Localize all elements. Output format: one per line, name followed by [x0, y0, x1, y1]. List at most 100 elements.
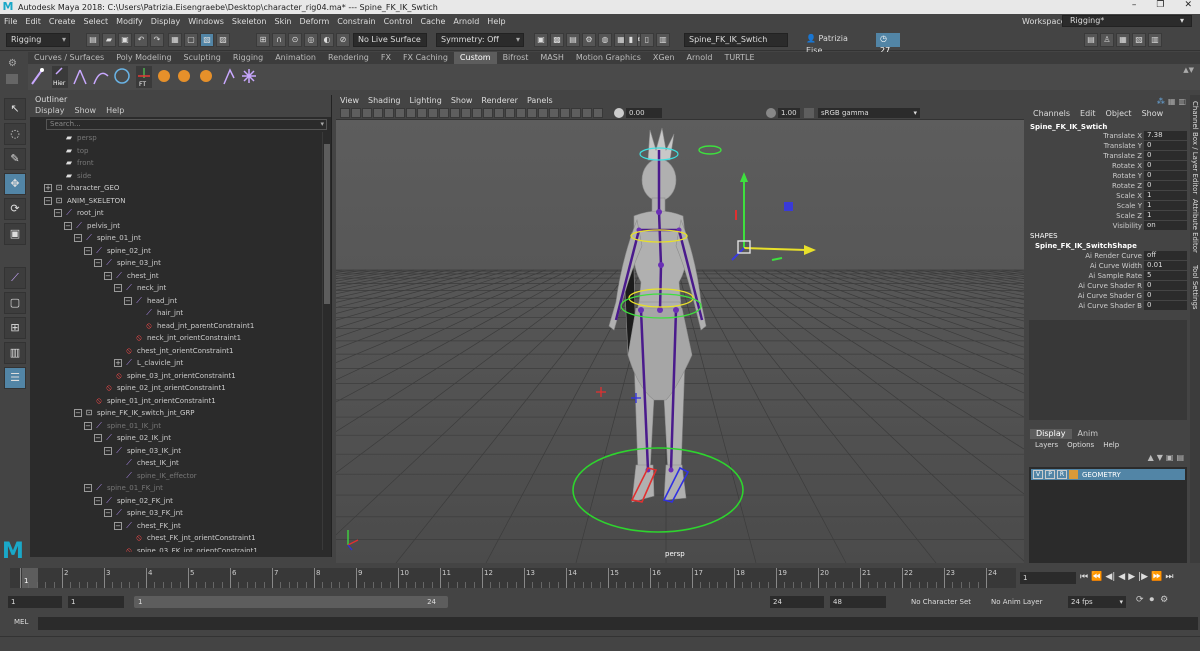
undo-icon[interactable]: ↶: [134, 33, 148, 47]
image-plane-icon[interactable]: [373, 108, 383, 118]
snap-curve-icon[interactable]: ∩: [272, 33, 286, 47]
collapse-icon[interactable]: −: [44, 196, 52, 205]
gate-mask-icon[interactable]: [417, 108, 427, 118]
channel-attr-row[interactable]: Visibility on: [1027, 221, 1187, 231]
lighting-icon[interactable]: [494, 108, 504, 118]
snap-point-icon[interactable]: ⊙: [288, 33, 302, 47]
shape-attr-row[interactable]: Ai Curve Shader G0: [1027, 291, 1187, 301]
freeze-transform-icon[interactable]: FT: [136, 66, 152, 88]
tool-settings-panel-icon[interactable]: ▧: [1132, 33, 1146, 47]
collapse-icon[interactable]: −: [114, 521, 122, 530]
select-hierarchy-icon[interactable]: ▦: [168, 33, 182, 47]
new-layer-selected-icon[interactable]: ▤: [1176, 453, 1184, 462]
collapse-icon[interactable]: −: [104, 509, 112, 518]
outliner-search-input[interactable]: Search... ▾: [46, 119, 327, 130]
channel-attr-label[interactable]: Visibility: [1113, 221, 1142, 231]
outliner-row[interactable]: − ⟋ spine_03_IK_jnt: [30, 445, 322, 458]
collapse-icon[interactable]: −: [74, 234, 82, 243]
menu-control[interactable]: Control: [384, 17, 413, 26]
outliner-scrollbar[interactable]: [322, 132, 331, 550]
channel-box-settings-icon[interactable]: ▦: [1168, 97, 1176, 106]
outliner-row[interactable]: − ⟋ root_jnt: [30, 207, 322, 220]
maximize-button[interactable]: ❐: [1156, 0, 1164, 10]
wireframe-on-shaded-icon[interactable]: [472, 108, 482, 118]
channel-attr-row[interactable]: Rotate X0: [1027, 161, 1187, 171]
channelbox-menu-channels[interactable]: Channels: [1033, 109, 1070, 118]
viewport-scene[interactable]: [336, 120, 1024, 563]
outliner-menu-display[interactable]: Display: [35, 105, 65, 117]
channel-box-panel-icon[interactable]: ▥: [1148, 33, 1162, 47]
channel-attr-value-field[interactable]: 1: [1144, 201, 1187, 210]
quick-select-field[interactable]: Spine_FK_IK_Swtich: [684, 33, 788, 47]
menu-help[interactable]: Help: [487, 17, 505, 26]
shape-attr-row[interactable]: Ai Curve Width 0.01: [1027, 261, 1187, 271]
outliner-row[interactable]: ⟋ chest_IK_jnt: [30, 457, 322, 470]
collapse-icon[interactable]: −: [94, 434, 102, 443]
layer-menu-options[interactable]: Options: [1067, 441, 1094, 449]
camera-select-icon[interactable]: [340, 108, 350, 118]
channel-attr-label[interactable]: Rotate X: [1112, 161, 1142, 171]
shape-attr-label[interactable]: Ai Curve Width: [1090, 261, 1142, 271]
two-pane-layout-icon[interactable]: ▥: [4, 342, 26, 364]
new-layer-icon[interactable]: ▣: [1166, 453, 1174, 462]
outliner-row[interactable]: − ⟋ spine_03_FK_jnt: [30, 507, 322, 520]
channel-attr-row[interactable]: Scale X1: [1027, 191, 1187, 201]
step-back-frame-icon[interactable]: ◀|: [1105, 572, 1115, 582]
outliner-row[interactable]: − ⟋ neck_jnt: [30, 282, 322, 295]
channel-attr-row[interactable]: Translate Z0: [1027, 151, 1187, 161]
step-forward-key-icon[interactable]: ⏩: [1151, 572, 1162, 582]
outliner-row[interactable]: − ⊡ spine_FK_IK_switch_jnt_GRP: [30, 407, 322, 420]
orange-ball-icon-2[interactable]: [178, 70, 190, 82]
render-frame-icon[interactable]: ▩: [550, 33, 564, 47]
viewport-menu-lighting[interactable]: Lighting: [409, 95, 441, 107]
outliner-row[interactable]: − ⟋ spine_01_jnt: [30, 232, 322, 245]
xray-components-icon[interactable]: [593, 108, 603, 118]
layer-menu-help[interactable]: Help: [1103, 441, 1119, 449]
shape-attr-label[interactable]: Ai Curve Shader G: [1078, 291, 1142, 301]
channelbox-menu-object[interactable]: Object: [1106, 109, 1132, 118]
chevron-down-icon[interactable]: ▾: [320, 120, 324, 129]
scale-tool-icon[interactable]: ▣: [4, 223, 26, 245]
render-settings-icon[interactable]: ⚙: [582, 33, 596, 47]
channel-attr-label[interactable]: Scale Y: [1117, 201, 1142, 211]
select-hierarchy-shelf-icon[interactable]: Hier: [52, 66, 68, 88]
shape-attr-value-field[interactable]: 5: [1144, 271, 1187, 280]
layer-color-swatch[interactable]: [1069, 470, 1078, 479]
auto-key-icon[interactable]: ⏺: [1150, 595, 1155, 605]
xray-joints-icon[interactable]: [582, 108, 592, 118]
menu-edit[interactable]: Edit: [25, 17, 41, 26]
outliner-row[interactable]: − ⟋ spine_02_FK_jnt: [30, 495, 322, 508]
channel-attr-value-field[interactable]: 7.38: [1144, 131, 1187, 140]
outliner-row[interactable]: − ⟋ spine_02_jnt: [30, 245, 322, 258]
exposure-field[interactable]: 0.00: [626, 108, 662, 118]
play-forwards-icon[interactable]: ▶: [1128, 572, 1135, 582]
shape-attr-label[interactable]: Ai Sample Rate: [1089, 271, 1142, 281]
shadows-icon[interactable]: [505, 108, 515, 118]
side-tab-tool-settings[interactable]: Tool Settings: [1191, 265, 1199, 310]
depth-of-field-icon[interactable]: [549, 108, 559, 118]
move-layer-up-icon[interactable]: ▲: [1148, 453, 1154, 462]
channel-attr-row[interactable]: Translate X 7.38: [1027, 131, 1187, 141]
time-slider-track[interactable]: 1 2 3 4 5 6 7 8 9 10 11 12 13 14 15 16 17 18 19 20 21 22 23 24: [10, 568, 1016, 588]
locator-icon[interactable]: [242, 69, 256, 83]
shape-attr-row[interactable]: Ai Curve Shader B0: [1027, 301, 1187, 311]
outliner-row[interactable]: ▰ side: [30, 170, 322, 183]
collapse-icon[interactable]: −: [114, 284, 122, 293]
menu-arnold[interactable]: Arnold: [453, 17, 479, 26]
shelf-tab-turtle[interactable]: TURTLE: [718, 52, 760, 64]
channel-attr-value-field[interactable]: 0: [1144, 171, 1187, 180]
outliner-layout-icon[interactable]: ☰: [4, 367, 26, 389]
channel-attr-label[interactable]: Translate Z: [1103, 151, 1142, 161]
playback-start-field[interactable]: 1: [68, 596, 124, 608]
modeling-toolkit-panel-icon[interactable]: ▤: [1084, 33, 1098, 47]
user-account-dropdown[interactable]: 👤 Patrizia Eise...: [802, 33, 876, 55]
collapse-icon[interactable]: −: [74, 409, 82, 418]
outliner-row[interactable]: ⟋ spine_IK_effector: [30, 470, 322, 483]
ambient-occlusion-icon[interactable]: [516, 108, 526, 118]
layer-reference-toggle[interactable]: R: [1057, 470, 1067, 479]
menu-file[interactable]: File: [4, 17, 17, 26]
channelbox-menu-edit[interactable]: Edit: [1080, 109, 1096, 118]
outliner-row[interactable]: ⦸ spine_03_jnt_orientConstraint1: [30, 370, 322, 383]
shelf-tab-fx[interactable]: FX: [375, 52, 397, 64]
shape-attr-value-field[interactable]: off: [1144, 251, 1187, 260]
